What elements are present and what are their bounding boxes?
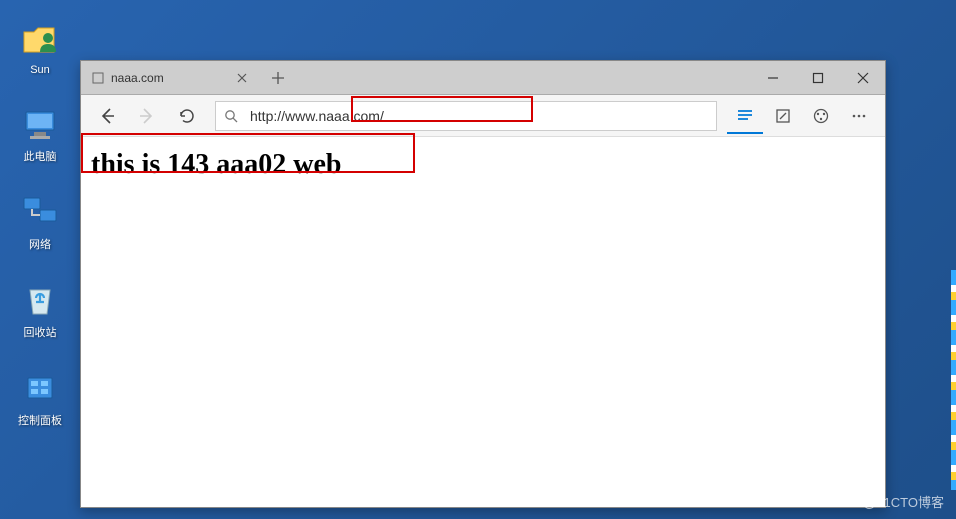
accent-bar	[951, 270, 956, 490]
browser-tab[interactable]: naaa.com	[81, 61, 261, 94]
minimize-button[interactable]	[750, 61, 795, 94]
url-input[interactable]	[246, 108, 716, 124]
toolbar	[81, 95, 885, 137]
desktop: Sun 此电脑 网络	[0, 0, 956, 519]
reading-list-icon	[736, 106, 754, 124]
minimize-icon	[767, 72, 779, 84]
page-heading: this is 143 aaa02 web	[91, 149, 875, 181]
edit-icon	[775, 108, 791, 124]
recycle-bin-icon	[20, 280, 60, 320]
page-content: this is 143 aaa02 web	[81, 137, 885, 507]
desktop-icon-label: 此电脑	[24, 148, 57, 164]
close-icon	[237, 73, 247, 83]
close-window-button[interactable]	[840, 61, 885, 94]
desktop-icon-network[interactable]: 网络	[10, 192, 70, 252]
network-icon	[20, 192, 60, 232]
refresh-icon	[178, 107, 196, 125]
control-panel-icon	[20, 368, 60, 408]
new-tab-button[interactable]	[261, 61, 295, 94]
maximize-icon	[812, 72, 824, 84]
arrow-left-icon	[97, 106, 117, 126]
desktop-icon-sun[interactable]: Sun	[10, 20, 70, 76]
refresh-button[interactable]	[169, 98, 205, 134]
desktop-icon-label: 网络	[29, 236, 51, 252]
window-controls	[750, 61, 885, 94]
notes-button[interactable]	[765, 98, 801, 134]
forward-button[interactable]	[129, 98, 165, 134]
share-button[interactable]	[803, 98, 839, 134]
reading-list-button[interactable]	[727, 98, 763, 134]
desktop-icon-this-pc[interactable]: 此电脑	[10, 104, 70, 164]
desktop-icons-column: Sun 此电脑 网络	[10, 20, 70, 456]
folder-user-icon	[20, 20, 60, 60]
desktop-icon-label: 控制面板	[18, 412, 62, 428]
titlebar: naaa.com	[81, 61, 885, 95]
desktop-icon-control-panel[interactable]: 控制面板	[10, 368, 70, 428]
desktop-icon-recycle-bin[interactable]: 回收站	[10, 280, 70, 340]
tab-close-button[interactable]	[233, 70, 251, 86]
more-icon	[850, 107, 868, 125]
pc-icon	[20, 104, 60, 144]
back-button[interactable]	[89, 98, 125, 134]
desktop-icon-label: Sun	[30, 64, 50, 76]
watermark: @51CTO博客	[863, 492, 944, 511]
arrow-right-icon	[137, 106, 157, 126]
maximize-button[interactable]	[795, 61, 840, 94]
tab-title: naaa.com	[111, 71, 164, 85]
address-bar[interactable]	[215, 101, 717, 131]
desktop-icon-label: 回收站	[24, 324, 57, 340]
toolbar-right-tools	[727, 98, 877, 134]
plus-icon	[271, 71, 285, 85]
close-icon	[857, 72, 869, 84]
browser-window: naaa.com	[80, 60, 886, 508]
page-icon	[91, 71, 105, 85]
search-icon	[216, 109, 246, 123]
more-button[interactable]	[841, 98, 877, 134]
share-icon	[812, 107, 830, 125]
